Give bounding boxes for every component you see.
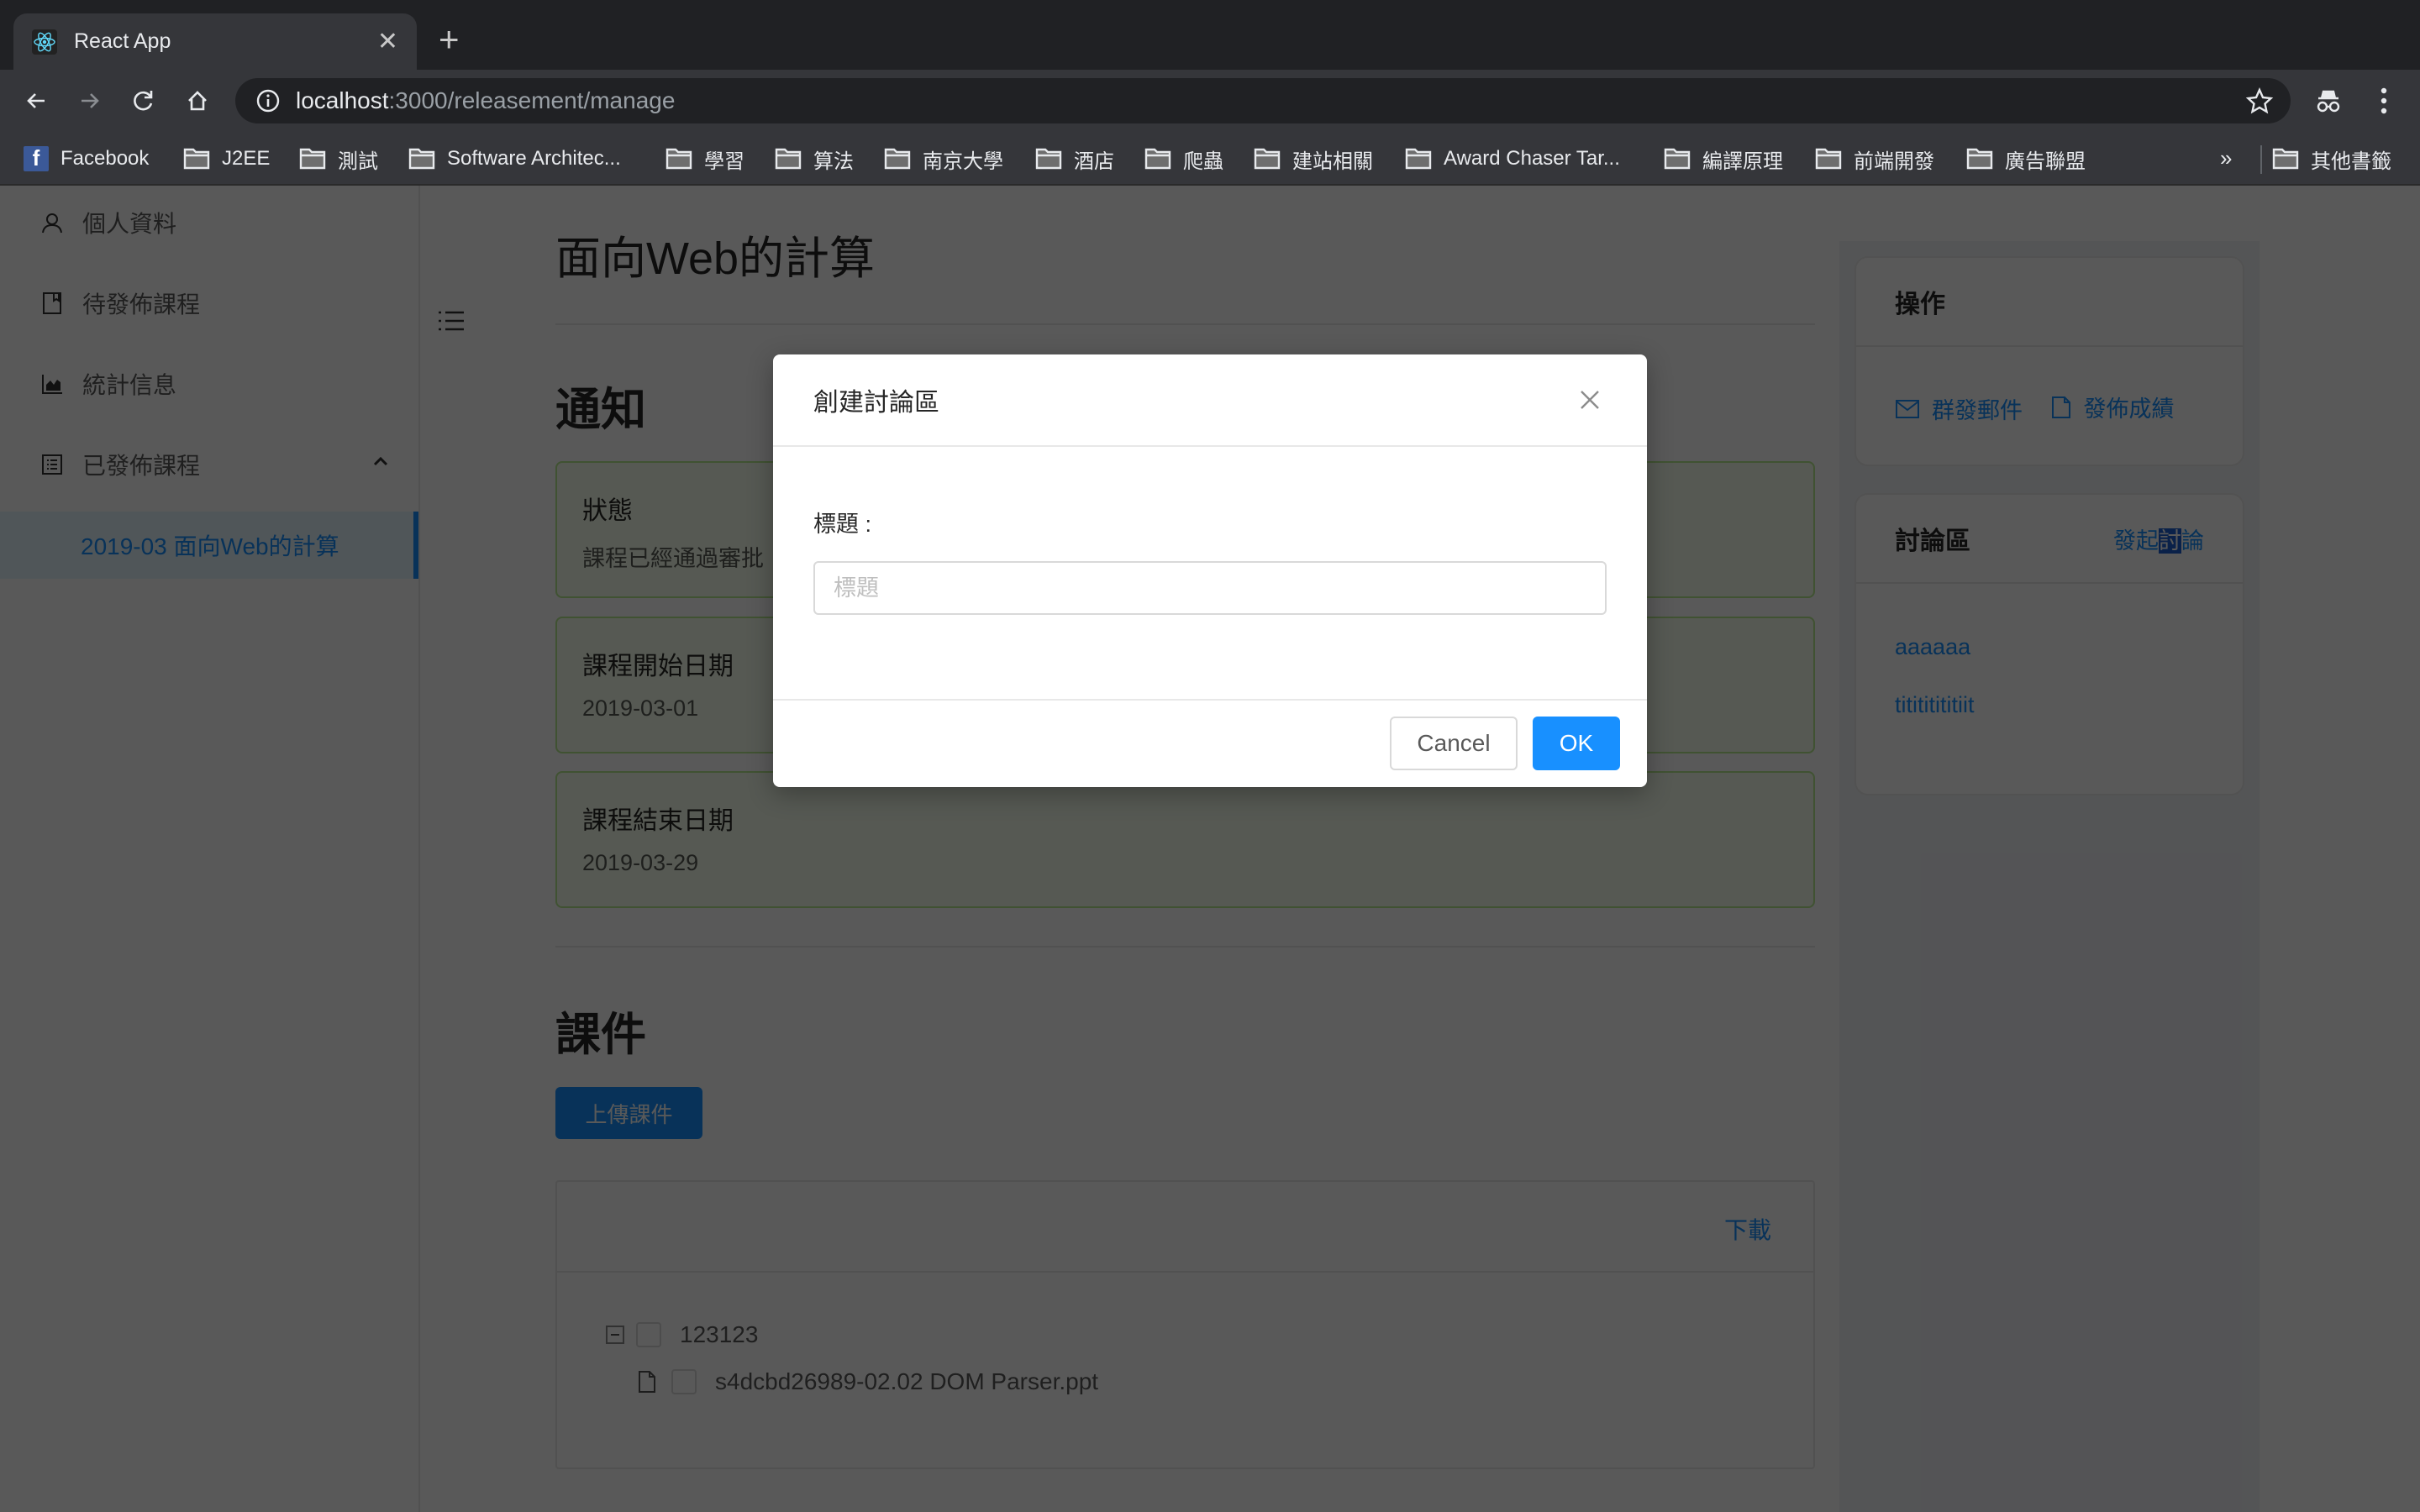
ok-button[interactable]: OK <box>1533 716 1620 770</box>
other-bookmarks[interactable]: 其他書籤 <box>2272 132 2391 186</box>
bookmark-label: 測試 <box>338 150 378 173</box>
bookmark-facebook[interactable]: f Facebook <box>24 132 149 186</box>
bookmark-folder[interactable]: 酒店 <box>1035 132 1114 186</box>
bookmark-folder[interactable]: 廣告聯盟 <box>1966 132 2086 186</box>
cancel-button[interactable]: Cancel <box>1390 716 1518 770</box>
address-bar[interactable]: localhost:3000/releasement/manage <box>235 78 2291 123</box>
bookmark-label: 學習 <box>704 150 744 173</box>
bookmarks-overflow-button[interactable]: » <box>2220 145 2232 171</box>
modal-body: 標題 : <box>773 447 1647 701</box>
facebook-icon: f <box>24 145 49 171</box>
title-field-label: 標題 : <box>813 512 872 537</box>
bookmarks-separator <box>2260 145 2262 174</box>
bookmark-star-icon[interactable] <box>2245 87 2274 115</box>
bookmark-folder[interactable]: Software Architec... <box>408 132 621 186</box>
info-icon[interactable] <box>255 88 281 113</box>
title-input[interactable] <box>813 561 1607 615</box>
folder-icon <box>299 148 326 170</box>
forward-icon[interactable] <box>71 81 109 120</box>
bookmark-folder[interactable]: Award Chaser Tar... <box>1405 132 1620 186</box>
bookmark-folder[interactable]: 南京大學 <box>884 132 1003 186</box>
url-path: :3000/releasement/manage <box>388 87 676 113</box>
more-menu-icon[interactable] <box>2365 81 2403 120</box>
bookmark-label: Software Architec... <box>447 147 621 170</box>
tab-title: React App <box>74 29 171 53</box>
bookmark-label: 算法 <box>813 150 854 173</box>
bookmark-label: Award Chaser Tar... <box>1444 147 1620 170</box>
bookmark-folder[interactable]: 編譯原理 <box>1664 132 1783 186</box>
browser-tab-bar: React App ✕ + <box>0 0 2420 70</box>
bookmark-label: 廣告聯盟 <box>2005 150 2086 173</box>
folder-icon <box>666 148 692 170</box>
browser-tab[interactable]: React App ✕ <box>13 13 417 70</box>
folder-icon <box>1254 148 1281 170</box>
folder-icon <box>884 148 911 170</box>
back-icon[interactable] <box>17 81 55 120</box>
folder-icon <box>1815 148 1842 170</box>
bookmark-label: Facebook <box>60 147 150 170</box>
react-logo-icon <box>32 29 57 55</box>
bookmark-label: 酒店 <box>1074 150 1114 173</box>
bookmark-label: 其他書籤 <box>2311 150 2391 173</box>
modal-header: 創建討論區 <box>773 354 1647 447</box>
modal-footer: Cancel OK <box>773 701 1647 785</box>
browser-toolbar: localhost:3000/releasement/manage <box>0 70 2420 132</box>
bookmark-label: 編譯原理 <box>1702 150 1783 173</box>
folder-icon <box>1144 148 1171 170</box>
bookmark-label: 爬蟲 <box>1183 150 1223 173</box>
bookmark-folder[interactable]: 測試 <box>299 132 378 186</box>
folder-icon <box>408 148 435 170</box>
bookmarks-bar: f Facebook J2EE 測試 Software Architec... … <box>0 132 2420 186</box>
bookmark-label: 前端開發 <box>1854 150 1934 173</box>
bookmark-folder[interactable]: 算法 <box>775 132 854 186</box>
bookmark-folder[interactable]: 爬蟲 <box>1144 132 1223 186</box>
url-host: localhost <box>296 87 389 113</box>
folder-icon <box>2272 148 2299 170</box>
folder-icon <box>183 148 210 170</box>
bookmark-folder[interactable]: 建站相關 <box>1254 132 1373 186</box>
folder-icon <box>1664 148 1691 170</box>
folder-icon <box>1035 148 1062 170</box>
home-icon[interactable] <box>178 81 217 120</box>
new-tab-icon[interactable]: + <box>439 22 460 57</box>
bookmark-label: 南京大學 <box>923 150 1003 173</box>
folder-icon <box>1966 148 1993 170</box>
create-discussion-modal: 創建討論區 標題 : Cancel OK <box>773 354 1647 787</box>
bookmark-label: 建站相關 <box>1292 150 1373 173</box>
bookmark-folder[interactable]: J2EE <box>183 132 270 186</box>
bookmark-label: J2EE <box>222 147 271 170</box>
reload-icon[interactable] <box>124 81 163 120</box>
folder-icon <box>775 148 802 170</box>
bookmark-folder[interactable]: 前端開發 <box>1815 132 1934 186</box>
close-icon[interactable] <box>1573 383 1607 417</box>
bookmark-folder[interactable]: 學習 <box>666 132 744 186</box>
modal-title: 創建討論區 <box>813 389 939 417</box>
close-tab-icon[interactable]: ✕ <box>377 29 398 55</box>
incognito-icon[interactable] <box>2309 81 2348 120</box>
folder-icon <box>1405 148 1432 170</box>
